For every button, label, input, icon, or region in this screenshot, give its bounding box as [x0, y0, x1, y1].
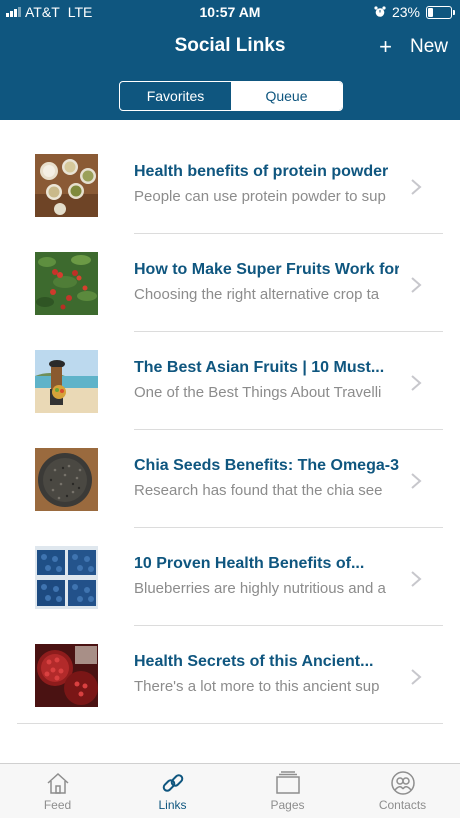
list-item[interactable]: 10 Proven Health Benefits of... Blueberr…: [0, 528, 460, 626]
link-thumbnail: [35, 448, 98, 511]
list-item[interactable]: Health Secrets of this Ancient... There'…: [0, 626, 460, 724]
link-thumbnail: [35, 350, 98, 413]
link-snippet: Blueberries are highly nutritious and a: [134, 580, 386, 597]
battery-percent: 23%: [391, 4, 420, 20]
link-title: Chia Seeds Benefits: The Omega-3: [134, 457, 399, 474]
link-snippet: One of the Best Things About Travelli: [134, 384, 382, 401]
plus-icon: +: [379, 34, 392, 59]
status-bar: AT&T LTE 10:57 AM 23%: [0, 0, 460, 24]
alarm-clock-icon: [374, 6, 386, 17]
link-snippet: People can use protein powder to sup: [134, 188, 386, 205]
chevron-right-icon: [411, 179, 422, 195]
row-divider: [17, 723, 443, 724]
tab-feed[interactable]: Feed: [0, 764, 115, 818]
tab-links-label: Links: [158, 798, 187, 812]
link-title: Health Secrets of this Ancient...: [134, 653, 374, 670]
tab-contacts-label: Contacts: [378, 798, 427, 812]
link-title: Health benefits of protein powder: [134, 163, 389, 180]
link-icon: [162, 774, 183, 792]
chevron-right-icon: [411, 669, 422, 685]
tab-pages[interactable]: Pages: [230, 764, 345, 818]
list-item[interactable]: How to Make Super Fruits Work for Choosi…: [0, 234, 460, 332]
chevron-right-icon: [411, 277, 422, 293]
link-thumbnail: [35, 154, 98, 217]
new-link-button[interactable]: + New: [379, 34, 448, 60]
segment-queue[interactable]: Queue: [231, 82, 342, 110]
battery-icon: [426, 5, 455, 19]
link-title: The Best Asian Fruits | 10 Must...: [134, 359, 385, 376]
list-item[interactable]: The Best Asian Fruits | 10 Must... One o…: [0, 332, 460, 430]
tab-feed-label: Feed: [43, 798, 72, 812]
tab-bar: Feed Links Pages Contacts: [0, 763, 460, 818]
links-list: Health benefits of protein powder People…: [0, 136, 460, 724]
link-snippet: Choosing the right alternative crop ta: [134, 286, 380, 303]
pages-icon: [275, 771, 300, 794]
link-title: How to Make Super Fruits Work for: [134, 261, 399, 278]
list-item[interactable]: Health benefits of protein powder People…: [0, 136, 460, 234]
chevron-right-icon: [411, 571, 422, 587]
list-item[interactable]: Chia Seeds Benefits: The Omega-3 Researc…: [0, 430, 460, 528]
link-thumbnail: [35, 546, 98, 609]
link-snippet: There's a lot more to this ancient sup: [134, 678, 380, 695]
tab-pages-label: Pages: [270, 798, 305, 812]
segment-favorites[interactable]: Favorites: [120, 82, 231, 110]
nav-header: AT&T LTE 10:57 AM 23% Social Links + New…: [0, 0, 460, 120]
tab-links[interactable]: Links: [115, 764, 230, 818]
contacts-icon: [390, 771, 415, 795]
tab-contacts[interactable]: Contacts: [345, 764, 460, 818]
segmented-control: Favorites Queue: [119, 81, 343, 111]
status-right: 23%: [374, 4, 455, 20]
new-button-label: New: [409, 36, 448, 57]
link-thumbnail: [35, 644, 98, 707]
link-snippet: Research has found that the chia see: [134, 482, 383, 499]
chevron-right-icon: [411, 375, 422, 391]
house-icon: [46, 772, 69, 794]
chevron-right-icon: [411, 473, 422, 489]
link-title: 10 Proven Health Benefits of...: [134, 555, 365, 572]
battery-fill: [428, 7, 433, 17]
link-thumbnail: [35, 252, 98, 315]
